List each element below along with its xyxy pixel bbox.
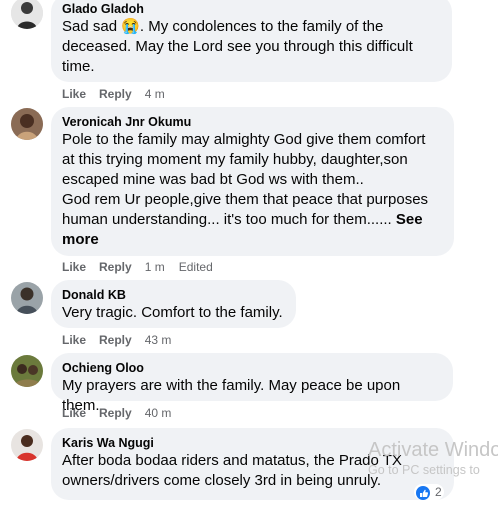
profile-photo-icon — [11, 282, 43, 314]
like-button[interactable]: Like — [62, 405, 86, 421]
windows-activation-watermark: Activate Windo Go to PC settings to — [368, 438, 498, 478]
reaction-badge[interactable]: 2 — [414, 484, 444, 500]
comment-author[interactable]: Veronicah Jnr Okumu — [62, 114, 442, 130]
comment-bubble: Veronicah Jnr Okumu Pole to the family m… — [51, 107, 454, 256]
like-button[interactable]: Like — [62, 86, 86, 102]
comment-line: God rem Ur people,give them that peace t… — [62, 191, 429, 208]
edited-label[interactable]: Edited — [179, 259, 213, 275]
profile-photo-icon — [11, 0, 43, 29]
comment-line: human understanding... it's too much for… — [62, 210, 442, 230]
comment-timestamp[interactable]: 1 m — [145, 259, 165, 275]
comment-timestamp[interactable]: 4 m — [145, 86, 165, 102]
comment-actions: Like Reply 43 m — [62, 332, 185, 348]
reply-button[interactable]: Reply — [99, 86, 132, 102]
like-button[interactable]: Like — [62, 332, 86, 348]
reply-button[interactable]: Reply — [99, 259, 132, 275]
avatar[interactable] — [11, 429, 43, 461]
like-button[interactable]: Like — [62, 259, 86, 275]
comment-text: Sad sad 😭. My condolences to the family … — [62, 17, 440, 77]
reaction-count: 2 — [435, 485, 442, 499]
comment-timestamp[interactable]: 43 m — [145, 332, 172, 348]
comment-author[interactable]: Ochieng Oloo — [62, 360, 441, 376]
comment-author[interactable]: Donald KB — [62, 287, 284, 303]
avatar[interactable] — [11, 355, 43, 387]
reply-button[interactable]: Reply — [99, 332, 132, 348]
comment-line: escaped mine was bad bt God ws with them… — [62, 171, 364, 188]
watermark-title: Activate Windo — [368, 439, 498, 461]
comment-bubble: Donald KB Very tragic. Comfort to the fa… — [51, 280, 296, 328]
profile-photo-icon — [11, 108, 43, 140]
comment-actions: Like Reply 40 m — [62, 405, 185, 421]
comment-actions: Like Reply 4 m — [62, 86, 179, 102]
comment-author[interactable]: Glado Gladoh — [62, 1, 440, 17]
comment-text: Pole to the family may almighty God give… — [62, 130, 442, 250]
profile-photo-icon — [11, 429, 43, 461]
avatar[interactable] — [11, 282, 43, 314]
comment-line: Very tragic. Comfort to the family. — [62, 304, 283, 321]
watermark-subtitle: Go to PC settings to — [368, 463, 480, 477]
avatar[interactable] — [11, 108, 43, 140]
comment-line: Pole to the family may almighty God give… — [62, 131, 426, 148]
comment-bubble: Glado Gladoh Sad sad 😭. My condolences t… — [51, 0, 452, 82]
comment-line: time. — [62, 58, 95, 75]
reply-button[interactable]: Reply — [99, 405, 132, 421]
comment-line-text: human understanding... it's too much for… — [62, 211, 392, 228]
see-more-link[interactable]: See — [396, 211, 423, 228]
comment-timestamp[interactable]: 40 m — [145, 405, 172, 421]
comment-line: at this trying moment my family hubby, d… — [62, 151, 408, 168]
comment-line: deceased. May the Lord see you through t… — [62, 38, 413, 55]
profile-photo-icon — [11, 355, 43, 387]
comment-actions: Like Reply 1 m Edited — [62, 259, 213, 275]
see-more-link-continued[interactable]: more — [62, 230, 442, 250]
comment-line: Sad sad 😭. My condolences to the family … — [62, 18, 384, 35]
avatar[interactable] — [11, 0, 43, 29]
comment-text: Very tragic. Comfort to the family. — [62, 303, 284, 323]
comment-bubble: Ochieng Oloo My prayers are with the fam… — [51, 353, 453, 414]
